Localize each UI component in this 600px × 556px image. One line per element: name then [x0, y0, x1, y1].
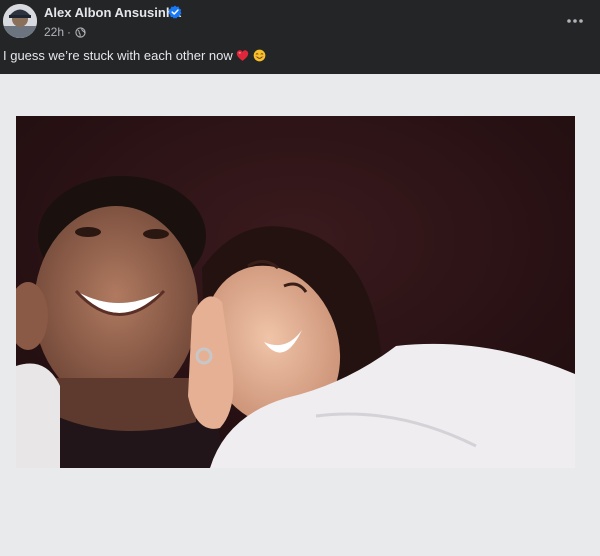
- photo-icon: [16, 116, 575, 468]
- verified-badge-icon: [168, 5, 182, 19]
- post-message: I guess we’re stuck with each other now: [3, 48, 266, 63]
- facebook-post: Alex Albon Ansusinha 22h · I guess we’re…: [0, 0, 600, 556]
- post-photo[interactable]: [0, 74, 600, 556]
- post-header: Alex Albon Ansusinha 22h ·: [0, 0, 600, 42]
- meta-separator: ·: [67, 25, 72, 39]
- globe-icon[interactable]: [75, 26, 86, 38]
- more-options-icon[interactable]: [562, 10, 588, 32]
- post-meta: 22h ·: [44, 25, 86, 39]
- avatar-image: [3, 4, 37, 38]
- polaroid-photo: [16, 116, 575, 468]
- post-timestamp[interactable]: 22h: [44, 25, 64, 39]
- red-heart-emoji-icon: [237, 50, 249, 61]
- author-name[interactable]: Alex Albon Ansusinha: [44, 5, 181, 20]
- post-message-text: I guess we’re stuck with each other now: [3, 48, 233, 63]
- author-avatar[interactable]: [3, 4, 37, 38]
- smiling-face-emoji-icon: [253, 49, 266, 62]
